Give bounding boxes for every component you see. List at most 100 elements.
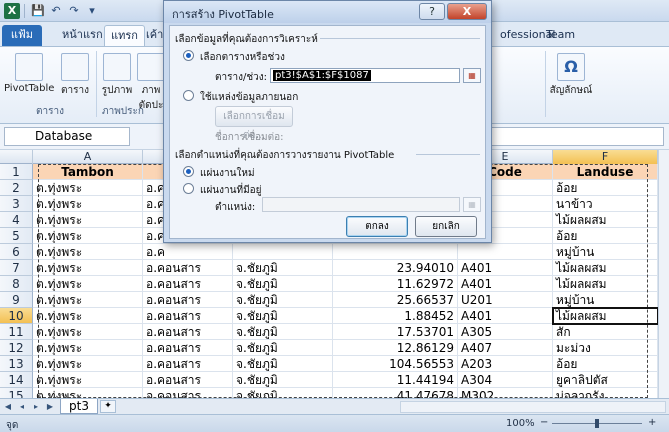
data-cell[interactable]: ต.ทุ่งพระ	[33, 276, 143, 292]
data-cell[interactable]: อ้อย	[553, 228, 658, 244]
data-cell[interactable]: 11.62972	[333, 276, 458, 292]
data-cell[interactable]	[233, 244, 333, 260]
range-collapse-icon[interactable]: ▦	[463, 68, 481, 83]
location-collapse-icon[interactable]: ▦	[463, 197, 481, 212]
header-cell[interactable]: Landuse	[553, 164, 658, 180]
data-cell[interactable]: ต.ทุ่งพระ	[33, 324, 143, 340]
data-cell[interactable]: อ้อย	[553, 356, 658, 372]
data-cell[interactable]: ต.ทุ่งพระ	[33, 340, 143, 356]
tab-file[interactable]: แฟ้ม	[2, 25, 42, 46]
data-cell[interactable]: บ่อลากรัง	[553, 388, 658, 398]
dialog-title-bar[interactable]: การสร้าง PivotTable ? X	[164, 1, 491, 23]
data-cell[interactable]: อ.ค	[143, 244, 233, 260]
data-cell[interactable]: ต.ทุ่งพระ	[33, 244, 143, 260]
data-cell[interactable]: ต.ทุ่งพระ	[33, 292, 143, 308]
redo-icon[interactable]: ↷	[66, 3, 82, 19]
data-cell[interactable]: อ.คอนสาร	[143, 340, 233, 356]
data-cell[interactable]: A401	[458, 276, 553, 292]
data-cell[interactable]: จ.ชัยภูมิ	[233, 324, 333, 340]
data-cell[interactable]	[458, 244, 553, 260]
row-header[interactable]: 10	[0, 308, 33, 324]
row-header[interactable]: 14	[0, 372, 33, 388]
data-cell[interactable]: ไม้ผลผสม	[553, 212, 658, 228]
row-header[interactable]: 1	[0, 164, 33, 180]
row-header[interactable]: 12	[0, 340, 33, 356]
excel-app-icon[interactable]: X	[4, 3, 20, 19]
data-cell[interactable]: A203	[458, 356, 553, 372]
data-cell[interactable]: M302	[458, 388, 553, 398]
data-cell[interactable]: ต.ทุ่งพระ	[33, 356, 143, 372]
data-cell[interactable]: ต.ทุ่งพระ	[33, 212, 143, 228]
help-button[interactable]: ?	[419, 3, 445, 20]
choose-connection-button[interactable]: เลือกการเชื่อมต่อ...	[215, 106, 293, 141]
row-header[interactable]: 7	[0, 260, 33, 276]
data-cell[interactable]: A305	[458, 324, 553, 340]
data-cell[interactable]: อ.คอนสาร	[143, 372, 233, 388]
name-box[interactable]: Database	[4, 127, 130, 146]
data-cell[interactable]: ไม้ผลผสม	[553, 276, 658, 292]
pivottable-button[interactable]: PivotTable	[4, 53, 54, 94]
data-cell[interactable]: อ.คอนสาร	[143, 324, 233, 340]
data-cell[interactable]: จ.ชัยภูมิ	[233, 260, 333, 276]
data-cell[interactable]: จ.ชัยภูมิ	[233, 388, 333, 398]
data-cell[interactable]: ต.ทุ่งพระ	[33, 308, 143, 324]
row-header[interactable]: 3	[0, 196, 33, 212]
data-cell[interactable]: 104.56553	[333, 356, 458, 372]
tab-team[interactable]: Team	[540, 25, 581, 46]
insert-sheet-icon[interactable]: ✦	[100, 400, 116, 413]
row-header[interactable]: 5	[0, 228, 33, 244]
close-button[interactable]: X	[447, 3, 487, 20]
data-cell[interactable]: หมู่บ้าน	[553, 244, 658, 260]
vertical-scrollbar[interactable]	[658, 150, 669, 398]
data-cell[interactable]: อ.คอนสาร	[143, 292, 233, 308]
row-header[interactable]: 11	[0, 324, 33, 340]
next-sheet-icon[interactable]: ▸	[30, 401, 42, 413]
radio-existing-worksheet[interactable]	[183, 183, 194, 194]
data-cell[interactable]: ยูคาลิปตัส	[553, 372, 658, 388]
data-cell[interactable]: อ.คอนสาร	[143, 276, 233, 292]
data-cell[interactable]: ต.ทุ่งพระ	[33, 260, 143, 276]
row-header[interactable]: 8	[0, 276, 33, 292]
picture-button[interactable]: รูปภาพ	[100, 53, 134, 98]
data-cell[interactable]: 25.66537	[333, 292, 458, 308]
row-header[interactable]: 13	[0, 356, 33, 372]
data-cell[interactable]: A304	[458, 372, 553, 388]
symbol-button[interactable]: Ω สัญลักษณ์	[549, 53, 593, 98]
row-header[interactable]: 15	[0, 388, 33, 398]
location-input[interactable]	[262, 197, 460, 212]
data-cell[interactable]	[333, 244, 458, 260]
data-cell[interactable]: A401	[458, 260, 553, 276]
radio-select-table[interactable]	[183, 50, 194, 61]
data-cell[interactable]: อ.คอนสาร	[143, 388, 233, 398]
range-input[interactable]: pt3!$A$1:$F$1087	[270, 68, 460, 83]
zoom-slider-thumb[interactable]	[595, 419, 599, 428]
data-cell[interactable]: อ.คอนสาร	[143, 308, 233, 324]
table-button[interactable]: ตาราง	[58, 53, 92, 98]
data-cell[interactable]: ต.ทุ่งพระ	[33, 388, 143, 398]
data-cell[interactable]: 11.44194	[333, 372, 458, 388]
tab-home[interactable]: หน้าแรก	[56, 25, 109, 46]
data-cell[interactable]: U201	[458, 292, 553, 308]
first-sheet-icon[interactable]: ◀	[2, 401, 14, 413]
header-cell[interactable]: Tambon	[33, 164, 143, 180]
zoom-in-button[interactable]: +	[648, 417, 656, 428]
row-header[interactable]: 6	[0, 244, 33, 260]
zoom-level[interactable]: 100%	[506, 418, 535, 429]
radio-new-worksheet[interactable]	[183, 166, 194, 177]
select-all-corner[interactable]	[0, 150, 33, 164]
qat-customize-icon[interactable]: ▾	[84, 3, 100, 19]
data-cell[interactable]: A407	[458, 340, 553, 356]
data-cell[interactable]: ต.ทุ่งพระ	[33, 180, 143, 196]
data-cell[interactable]: นาข้าว	[553, 196, 658, 212]
row-header[interactable]: 9	[0, 292, 33, 308]
save-icon[interactable]: 💾	[30, 3, 46, 19]
data-cell[interactable]: สัก	[553, 324, 658, 340]
data-cell[interactable]: จ.ชัยภูมิ	[233, 356, 333, 372]
data-cell[interactable]: A401	[458, 308, 553, 324]
row-header[interactable]: 4	[0, 212, 33, 228]
undo-icon[interactable]: ↶	[48, 3, 64, 19]
data-cell[interactable]: 17.53701	[333, 324, 458, 340]
data-cell[interactable]: ต.ทุ่งพระ	[33, 196, 143, 212]
data-cell[interactable]: จ.ชัยภูมิ	[233, 276, 333, 292]
horizontal-scrollbar[interactable]	[400, 401, 666, 413]
